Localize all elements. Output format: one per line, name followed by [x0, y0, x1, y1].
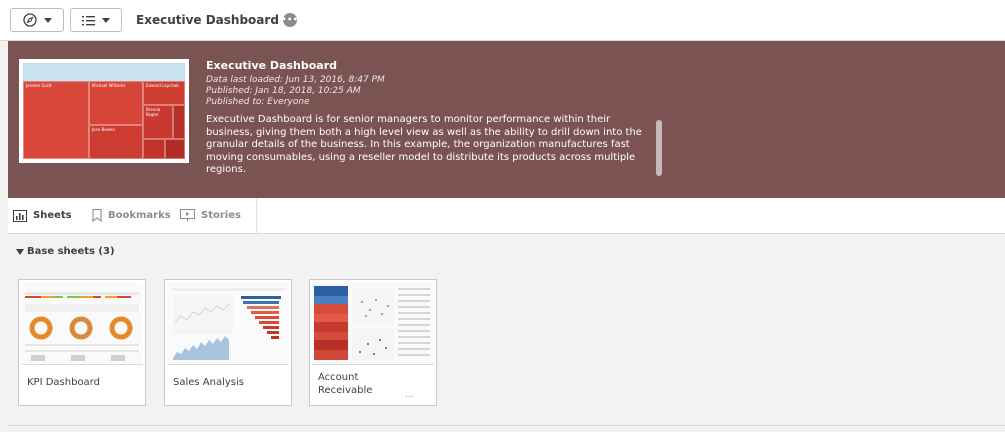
- treemap-cell: Edward Laychak: [143, 81, 185, 105]
- sheet-thumbnail: [167, 282, 289, 365]
- data-last-loaded: Data last loaded: Jun 13, 2016, 8:47 PM: [206, 75, 385, 85]
- navigation-menu-button[interactable]: [10, 8, 64, 32]
- tab-sheets[interactable]: Sheets: [13, 198, 72, 233]
- tab-bookmarks-label: Bookmarks: [108, 210, 171, 221]
- treemap-cell: [143, 139, 165, 159]
- tab-bookmarks[interactable]: Bookmarks: [92, 198, 171, 233]
- tabs-divider: [256, 198, 257, 233]
- chevron-down-icon: [43, 17, 52, 23]
- base-sheets-title: Base sheets (3): [27, 246, 115, 257]
- app-title: Executive Dashboard •••: [136, 13, 298, 27]
- sheet-card-sales-analysis[interactable]: Sales Analysis: [164, 279, 292, 406]
- sheet-title: Account Receivable: [318, 372, 373, 396]
- published-to: Published to: Everyone: [206, 97, 310, 107]
- kpi-dashboard-preview: [25, 292, 139, 361]
- app-details: Executive Dashboard Data last loaded: Ju…: [206, 59, 656, 177]
- sheet-card-account-receivable[interactable]: Account Receivable ...: [309, 279, 437, 406]
- app-title-text: Executive Dashboard: [136, 13, 279, 27]
- treemap-cell: Michael Williams: [89, 81, 143, 125]
- compass-icon: [22, 13, 37, 27]
- treemap-cell: [165, 139, 185, 159]
- sheet-card-kpi-dashboard[interactable]: KPI Dashboard: [18, 279, 146, 406]
- treemap-cell: Brenda Kegler: [143, 105, 173, 139]
- chevron-down-icon: [102, 17, 110, 23]
- sheet-thumbnail: [21, 282, 143, 365]
- section-divider: [8, 425, 1005, 426]
- sheet-thumbnail: [312, 282, 434, 365]
- sheet-title: Sales Analysis: [173, 377, 244, 388]
- bookmark-icon: [92, 209, 102, 222]
- treemap-cell: Jose Bowen: [89, 125, 143, 159]
- tab-stories[interactable]: Stories: [180, 198, 241, 233]
- stories-icon: [180, 209, 195, 222]
- sheet-title: KPI Dashboard: [27, 377, 100, 388]
- more-options[interactable]: ...: [405, 390, 414, 400]
- published-date: Published: Jan 18, 2018, 10:25 AM: [206, 86, 361, 96]
- tab-sheets-label: Sheets: [33, 210, 72, 221]
- more-icon[interactable]: •••: [281, 13, 298, 27]
- treemap-cell: [173, 105, 185, 139]
- app-info-banner: Jerome Scott Michael Williams Edward Lay…: [8, 41, 1005, 198]
- app-thumbnail: Jerome Scott Michael Williams Edward Lay…: [19, 59, 189, 163]
- sheets-icon: [13, 209, 27, 222]
- list-icon: [82, 15, 95, 25]
- tab-stories-label: Stories: [201, 210, 241, 221]
- treemap-preview: Jerome Scott Michael Williams Edward Lay…: [23, 63, 185, 159]
- asset-tabs: Sheets Bookmarks Stories: [8, 198, 1005, 234]
- app-details-title: Executive Dashboard: [206, 59, 337, 72]
- description-scrollbar[interactable]: [656, 120, 662, 176]
- treemap-cell: Jerome Scott: [23, 81, 89, 159]
- sales-analysis-preview: [171, 288, 285, 360]
- account-receivable-preview: [314, 286, 430, 360]
- app-description: Executive Dashboard is for senior manage…: [206, 114, 642, 175]
- sheet-list-button[interactable]: [70, 8, 122, 32]
- top-toolbar: Executive Dashboard •••: [0, 0, 1005, 41]
- caret-down-icon: [16, 248, 24, 255]
- base-sheets-header[interactable]: Base sheets (3): [16, 246, 115, 257]
